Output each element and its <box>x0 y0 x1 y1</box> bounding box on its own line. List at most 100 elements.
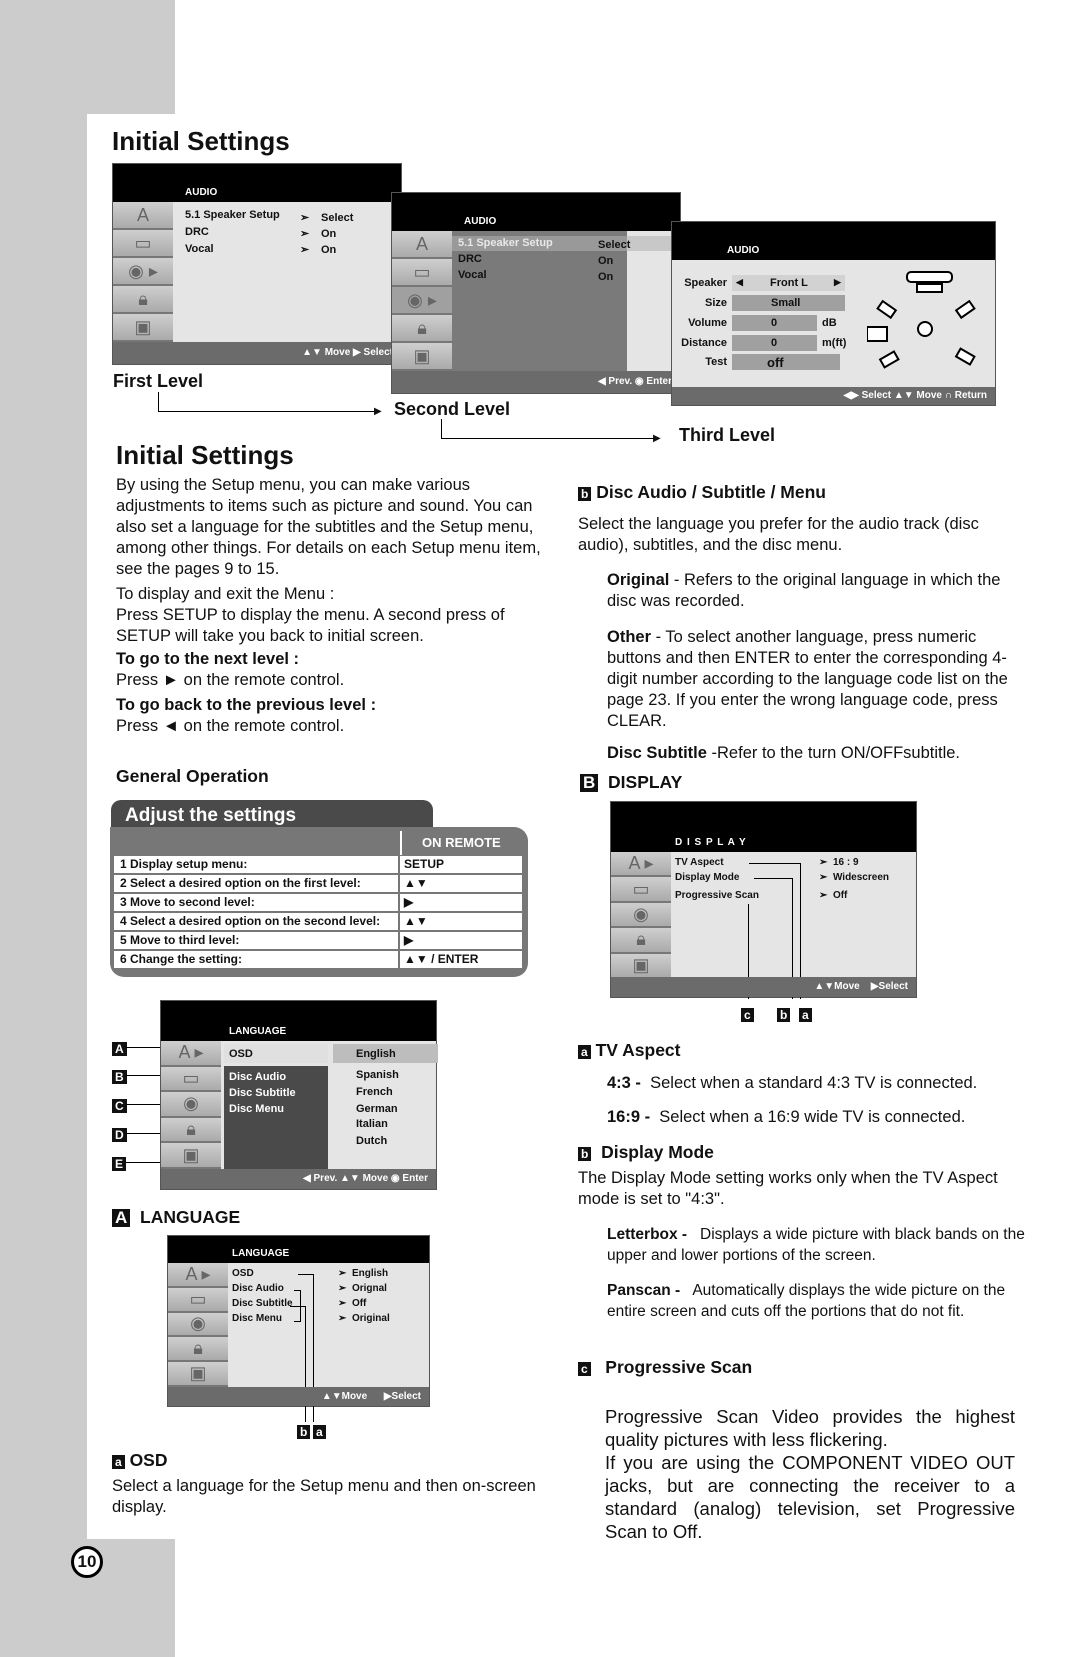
arrow-icon: ➢ <box>300 228 310 240</box>
menu-item-selected[interactable]: OSD <box>229 1048 253 1060</box>
test-field[interactable] <box>732 354 840 370</box>
language-menu-detail: LANGUAGE A ▸ ▭ ◉ 🔒︎ ▣ OSD Disc Audio Dis… <box>167 1235 430 1422</box>
menu-value: On <box>321 228 337 240</box>
others-icon: ▣ <box>392 343 452 371</box>
next-level-text: Press ► on the remote control. <box>116 671 345 689</box>
callout-b: B <box>112 1068 127 1086</box>
menu-items-panel <box>452 231 627 371</box>
intro-paragraph: By using the Setup menu, you can make va… <box>116 476 541 578</box>
display-section-title: B DISPLAY <box>580 772 682 793</box>
menu-item[interactable]: Disc Audio <box>229 1071 286 1083</box>
menu-item[interactable]: Progressive Scan <box>675 890 759 901</box>
tv-aspect-option-169: 16:9 - Select when a 16:9 wide TV is con… <box>607 1108 966 1126</box>
table-row: 3 Move to second level: ▶ <box>114 894 522 911</box>
disc-section-title: b Disc Audio / Subtitle / Menu <box>578 482 826 503</box>
connector-line <box>441 419 659 439</box>
menu-item[interactable]: DRC <box>185 226 209 238</box>
menu-item[interactable]: TV Aspect <box>675 857 724 868</box>
menu-footer: ▲▼Move ▶Select <box>611 977 916 997</box>
display-exit-text: Press SETUP to display the menu. A secon… <box>116 606 505 645</box>
menu-item[interactable]: Vocal <box>458 269 487 281</box>
option-item[interactable]: English <box>356 1048 396 1060</box>
prev-level-text: Press ◄ on the remote control. <box>116 717 345 735</box>
audio-icon: ◉ <box>161 1092 221 1118</box>
distance-unit: m(ft) <box>822 337 847 349</box>
audio-icon: ◉ <box>611 902 671 929</box>
progressive-scan-title: c Progressive Scan <box>578 1357 752 1378</box>
audio-icon: ◉ ▸ <box>392 287 452 315</box>
callout-a: A <box>112 1040 127 1058</box>
original-description: Original - Refers to the original langua… <box>607 571 1001 610</box>
menu-item[interactable]: DRC <box>458 253 482 265</box>
menu-item[interactable]: Disc Menu <box>232 1313 282 1324</box>
left-arrow-icon[interactable]: ◀ <box>736 277 743 288</box>
audio-icon: ◉ <box>168 1312 228 1338</box>
menu-item[interactable]: 5.1 Speaker Setup <box>185 209 280 221</box>
menu-item[interactable]: OSD <box>232 1268 254 1279</box>
connector-arrow-icon: ▶ <box>374 406 382 417</box>
callout-c: c <box>741 1006 754 1024</box>
osd-description: Select a language for the Setup menu and… <box>112 1477 536 1516</box>
option-item[interactable]: French <box>356 1086 393 1098</box>
menu-first-level: AUDIO A ▭ ◉ ▸ 🔒︎ ▣ 5.1 Speaker Setup DRC… <box>112 163 402 365</box>
option-item[interactable]: Italian <box>356 1118 388 1130</box>
section-mark: B <box>580 774 599 792</box>
menu-value: On <box>321 244 337 256</box>
menu-header: AUDIO <box>672 222 995 260</box>
menu-item[interactable]: Vocal <box>185 243 214 255</box>
progressive-scan-description: Progressive Scan Video provides the high… <box>605 1406 1015 1450</box>
menu-item[interactable]: Display Mode <box>675 872 739 883</box>
osd-title: a OSD <box>112 1450 168 1471</box>
display-icon: ▭ <box>611 877 671 903</box>
menu-value: ➢ Off <box>819 890 848 901</box>
arrow-icon: ➢ <box>300 244 310 256</box>
menu-value: ➢ 16 : 9 <box>819 857 859 868</box>
display-mode-title: b Display Mode <box>578 1142 714 1163</box>
callout-a: a <box>313 1423 326 1441</box>
connector-arrow-icon: ▶ <box>653 433 661 444</box>
other-description: Other - To select another language, pres… <box>607 628 1008 730</box>
setting-label: Speaker <box>684 277 727 289</box>
column-header-on-remote: ON REMOTE <box>400 831 524 855</box>
option-item[interactable]: German <box>356 1103 398 1115</box>
callout-line <box>126 1133 162 1134</box>
menu-value: ➢ Widescreen <box>819 872 889 883</box>
rear-right-speaker-icon <box>954 347 976 366</box>
menu-footer: ▲▼ Move ▶ Select <box>113 342 401 364</box>
display-icon: ▭ <box>161 1066 221 1093</box>
lock-icon: 🔒︎ <box>168 1337 228 1363</box>
menu-item[interactable]: Disc Audio <box>232 1283 284 1294</box>
callout-line <box>126 1104 162 1105</box>
language-icon: A ▸ <box>161 1041 221 1067</box>
language-section-title: A LANGUAGE <box>112 1207 240 1228</box>
menu-item[interactable]: Disc Subtitle <box>232 1298 293 1309</box>
language-icon: A ▸ <box>168 1263 228 1288</box>
menu-value: On <box>598 255 614 267</box>
setting-label: Distance <box>681 337 727 349</box>
first-level-label: First Level <box>113 371 204 391</box>
menu-item-selected[interactable]: 5.1 Speaker Setup <box>458 237 553 249</box>
menu-value: ➢ Off <box>338 1298 367 1309</box>
test-value: off <box>767 355 784 370</box>
callout-d: D <box>112 1126 127 1144</box>
display-icon: ▭ <box>392 259 452 287</box>
others-icon: ▣ <box>168 1362 228 1387</box>
menu-item[interactable]: Disc Menu <box>229 1103 284 1115</box>
menu-item[interactable]: Disc Subtitle <box>229 1087 296 1099</box>
front-left-speaker-icon <box>876 299 898 320</box>
letterbox-description: Letterbox - Displays a wide picture with… <box>607 1226 1025 1264</box>
prev-level-label: To go back to the previous level : <box>116 696 377 714</box>
listener-icon <box>917 321 933 337</box>
menu-third-level: AUDIO Speaker Size Volume Distance Test … <box>671 221 996 406</box>
volume-unit: dB <box>822 317 837 329</box>
display-icon: ▭ <box>113 230 173 258</box>
callout-line <box>126 1047 162 1048</box>
rear-left-speaker-icon <box>878 350 900 369</box>
center-speaker-icon <box>916 283 943 293</box>
option-item[interactable]: Spanish <box>356 1069 399 1081</box>
option-item[interactable]: Dutch <box>356 1135 387 1147</box>
display-exit-label: To display and exit the Menu : <box>116 585 335 603</box>
right-arrow-icon[interactable]: ▶ <box>834 277 841 288</box>
general-operation-title: General Operation <box>116 766 269 786</box>
display-mode-description: The Display Mode setting works only when… <box>578 1169 998 1208</box>
